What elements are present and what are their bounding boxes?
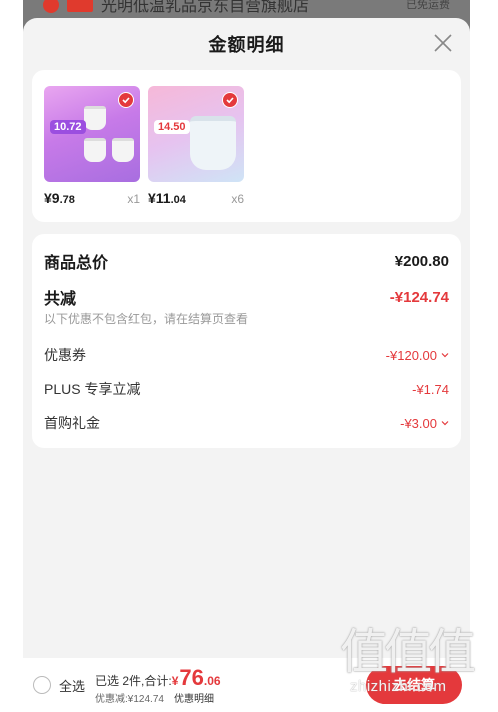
- discount-label: 首购礼金: [44, 415, 100, 431]
- discount-value: -¥1.74: [412, 381, 449, 397]
- price-summary-card: 商品总价 ¥200.80 共减 -¥124.74 以下优惠不包含红包，请在结算页…: [32, 234, 461, 448]
- shipping-status: 已免运费: [406, 0, 450, 11]
- total-amount-int: 76: [179, 665, 204, 690]
- product-image: 14.50: [148, 86, 244, 182]
- yogurt-cup-graphic: [84, 106, 106, 130]
- select-all-radio[interactable]: [33, 676, 51, 694]
- total-price-value: ¥200.80: [394, 252, 449, 270]
- sheet-title: 金额明细: [208, 35, 285, 55]
- backdrop-store-bar: 光明低温乳品京东自营旗舰店 已免运费: [23, 0, 470, 18]
- total-amount-dec: .06: [203, 674, 221, 688]
- checkout-bar: 全选 已选 2件,合计: ¥ 76 .06 优惠减:¥124.74 优惠明细 去…: [23, 658, 470, 712]
- discount-sub-line: 优惠减:¥124.74 优惠明细: [95, 690, 221, 705]
- promo-price-badge: 10.72: [50, 120, 86, 134]
- yogurt-cup-graphic: [112, 138, 134, 162]
- store-name: 光明低温乳品京东自营旗舰店: [101, 0, 310, 15]
- store-check-icon: [43, 0, 59, 13]
- discount-value: -¥3.00: [400, 416, 449, 431]
- total-reduction-label: 共减: [44, 291, 77, 308]
- close-icon: [434, 34, 452, 52]
- self-operated-tag: [67, 0, 93, 12]
- total-reduction-value: -¥124.74: [389, 288, 449, 306]
- total-reduction-row: 共减 -¥124.74: [44, 286, 449, 309]
- discount-label: PLUS 专享立减: [44, 381, 141, 397]
- selected-total-line: 已选 2件,合计: ¥ 76 .06: [95, 665, 221, 691]
- selected-check-icon: [222, 92, 238, 108]
- checkout-button[interactable]: 去结算: [366, 666, 462, 704]
- discount-detail-link[interactable]: 优惠明细: [174, 690, 214, 705]
- selected-count-text: 已选 2件,合计:: [95, 674, 172, 688]
- currency-symbol: ¥: [171, 674, 179, 688]
- product-item[interactable]: 14.50 ¥11.04 x6: [148, 86, 244, 222]
- product-quantity: x6: [231, 192, 244, 206]
- selected-check-icon: [118, 92, 134, 108]
- chevron-down-icon: [441, 421, 449, 426]
- checkout-summary: 已选 2件,合计: ¥ 76 .06 优惠减:¥124.74 优惠明细: [95, 665, 221, 705]
- promo-price-badge: 14.50: [154, 120, 190, 134]
- product-quantity: x1: [127, 192, 140, 206]
- discount-row-first-purchase[interactable]: 首购礼金 -¥3.00: [44, 413, 449, 433]
- sheet-header: 金额明细: [23, 18, 470, 70]
- total-price-label: 商品总价: [44, 255, 109, 272]
- product-meta: ¥11.04 x6: [148, 190, 244, 206]
- product-price: ¥11.04: [148, 190, 186, 206]
- discount-total-text: 优惠减:¥124.74: [95, 694, 164, 705]
- discount-row-plus: PLUS 专享立减 -¥1.74: [44, 379, 449, 399]
- products-card: 10.72 ¥9.78 x1 14.50 ¥11.04 x6: [32, 70, 461, 222]
- discount-note: 以下优惠不包含红包，请在结算页查看: [44, 312, 249, 326]
- yogurt-tub-graphic: [190, 116, 236, 170]
- discount-row-coupon[interactable]: 优惠券 -¥120.00: [44, 345, 449, 365]
- product-image: 10.72: [44, 86, 140, 182]
- product-item[interactable]: 10.72 ¥9.78 x1: [44, 86, 140, 222]
- total-price-row: 商品总价 ¥200.80: [44, 248, 449, 274]
- product-price: ¥9.78: [44, 190, 75, 206]
- product-meta: ¥9.78 x1: [44, 190, 140, 206]
- yogurt-cup-graphic: [84, 138, 106, 162]
- discount-label: 优惠券: [44, 347, 86, 363]
- amount-detail-sheet: 金额明细 10.72 ¥9.78 x1 14.50 ¥11.04 x6 商品总价…: [23, 18, 470, 658]
- chevron-down-icon: [441, 353, 449, 358]
- select-all-label[interactable]: 全选: [59, 676, 85, 695]
- discount-value: -¥120.00: [386, 348, 449, 363]
- close-button[interactable]: [432, 32, 454, 54]
